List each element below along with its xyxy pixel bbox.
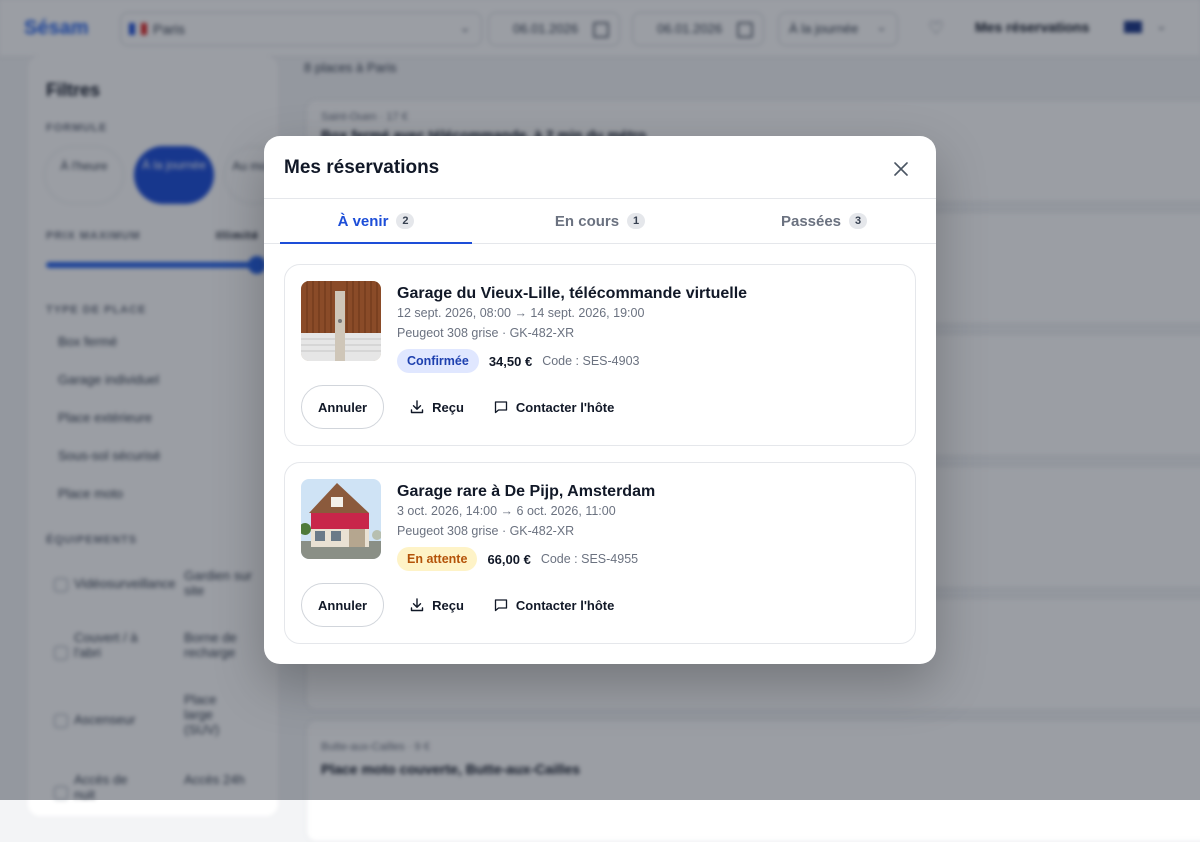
tab-count-badge: 1 [627,213,646,229]
message-icon [494,401,508,414]
tab-count-badge: 2 [396,213,415,229]
cancel-booking-button[interactable]: Annuler [301,583,385,627]
booking-dates: 12 sept. 2026, 08:00 → 14 sept. 2026, 19… [397,306,645,320]
cancel-booking-button[interactable]: Annuler [301,385,385,429]
contact-host-button[interactable]: Contacter l'hôte [490,400,618,415]
my-bookings-modal: Mes réservations À venir 2 En cours 1 Pa… [264,136,936,664]
download-icon [410,400,424,414]
tab-ongoing[interactable]: En cours 1 [504,199,696,243]
booking-title: Garage rare à De Pijp, Amsterdam [397,483,656,500]
house-photo-icon [301,479,381,559]
contact-host-button[interactable]: Contacter l'hôte [490,598,618,613]
tab-label: À venir [337,212,389,230]
download-icon [410,598,424,612]
booking-photo [301,281,381,361]
booking-dates: 3 oct. 2026, 14:00 → 6 oct. 2026, 11:00 [397,504,616,518]
bookings-tabs: À venir 2 En cours 1 Passées 3 [264,199,936,244]
status-badge: En attente [397,547,478,571]
tab-label: Passées [780,212,842,230]
booking-vehicle: Peugeot 308 grise · GK-482-XR [397,326,575,340]
booking-actions: Annuler Reçu Contacter l'hôte [301,385,618,429]
booking-vehicle: Peugeot 308 grise · GK-482-XR [397,524,575,538]
booking-price: 66,00 € [487,551,531,567]
receipt-button[interactable]: Reçu [406,400,468,415]
garage-photo-icon [301,281,381,361]
tab-upcoming[interactable]: À venir 2 [280,199,472,244]
contact-host-label: Contacter l'hôte [515,597,615,613]
booking-code: Code : SES-4955 [540,552,639,566]
close-button[interactable] [886,154,916,184]
booking-card: Garage du Vieux-Lille, télécommande virt… [284,264,916,446]
tab-past[interactable]: Passées 3 [728,199,920,243]
booking-title: Garage du Vieux-Lille, télécommande virt… [397,285,748,302]
booking-meta: En attente 66,00 € Code : SES-4955 [397,547,638,571]
booking-meta: Confirmée 34,50 € Code : SES-4903 [397,349,640,373]
booking-actions: Annuler Reçu Contacter l'hôte [301,583,618,627]
tab-label: En cours [554,212,620,230]
close-icon [894,162,908,176]
message-icon [494,599,508,612]
booking-price: 34,50 € [488,353,533,369]
receipt-label: Reçu [432,399,464,415]
tab-count-badge: 3 [849,213,868,229]
receipt-button[interactable]: Reçu [406,598,468,613]
status-badge: Confirmée [397,349,479,373]
receipt-label: Reçu [432,597,464,613]
contact-host-label: Contacter l'hôte [515,399,615,415]
modal-title: Mes réservations [284,157,440,178]
booking-code: Code : SES-4903 [542,354,640,368]
booking-photo [301,479,381,559]
booking-card: Garage rare à De Pijp, Amsterdam 3 oct. … [284,462,916,644]
